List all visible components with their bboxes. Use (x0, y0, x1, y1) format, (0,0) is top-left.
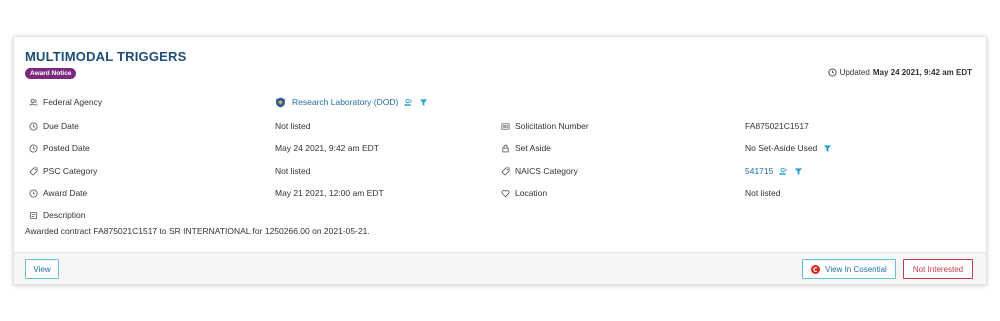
filter-icon[interactable] (794, 167, 803, 176)
posted-date-value-row: May 24 2021, 9:42 am EDT (275, 141, 379, 155)
posted-date-label: Posted Date (43, 143, 90, 153)
filter-icon[interactable] (419, 98, 428, 107)
clock-icon (29, 143, 38, 153)
due-date-value: Not listed (275, 121, 311, 131)
contacts-icon[interactable] (779, 167, 788, 176)
view-in-cosential-button[interactable]: View In Cosential (802, 259, 896, 279)
solicitation-number-value: FA875021C1517 (745, 121, 809, 131)
card-title: MULTIMODAL TRIGGERS (25, 49, 187, 64)
clock-icon (29, 188, 38, 198)
users-icon (29, 98, 38, 107)
award-notice-badge: Award Notice (25, 68, 77, 79)
psc-category-value: Not listed (275, 166, 311, 176)
heart-icon (501, 189, 510, 198)
contacts-icon[interactable] (404, 98, 413, 107)
location-value-row: Not listed (745, 186, 780, 200)
location-value: Not listed (745, 188, 781, 198)
award-date-value: May 21 2021, 12:00 am EDT (275, 188, 384, 198)
cosential-logo-icon (811, 264, 821, 274)
award-date-label-row: Award Date (29, 186, 87, 200)
view-in-cosential-label: View In Cosential (825, 264, 887, 274)
description-text: Awarded contract FA875021C1517 to SR INT… (25, 226, 370, 236)
location-label-row: Location (501, 186, 547, 200)
set-aside-label: Set Aside (515, 143, 551, 153)
set-aside-value: No Set-Aside Used (745, 143, 818, 153)
tag-icon (501, 166, 510, 176)
solicitation-number-label-row: Solicitation Number (501, 119, 589, 133)
clock-icon (828, 68, 837, 77)
updated-timestamp: Updated May 24 2021, 9:42 am EDT (828, 68, 972, 77)
federal-agency-label-row: Federal Agency (29, 95, 102, 109)
award-date-value-row: May 21 2021, 12:00 am EDT (275, 186, 384, 200)
federal-agency-value-row: Research Laboratory (DOD) (275, 95, 428, 109)
document-icon (29, 211, 38, 220)
updated-prefix: Updated (839, 68, 870, 77)
view-button[interactable]: View (25, 259, 59, 279)
description-label: Description (43, 210, 86, 220)
due-date-value-row: Not listed (275, 119, 310, 133)
barcode-icon (501, 122, 510, 131)
lock-icon (501, 144, 510, 153)
tag-icon (29, 166, 38, 176)
federal-agency-link[interactable]: Research Laboratory (DOD) (292, 97, 398, 107)
location-label: Location (515, 188, 548, 198)
posted-date-value: May 24 2021, 9:42 am EDT (275, 143, 379, 153)
clock-icon (29, 121, 38, 131)
award-date-label: Award Date (43, 188, 88, 198)
naics-category-label: NAICS Category (515, 166, 578, 176)
posted-date-label-row: Posted Date (29, 141, 90, 155)
solicitation-number-label: Solicitation Number (515, 121, 589, 131)
card-footer: View View In Cosential Not Interested (14, 252, 986, 284)
set-aside-label-row: Set Aside (501, 141, 551, 155)
federal-agency-label: Federal Agency (43, 97, 103, 107)
due-date-label-row: Due Date (29, 119, 79, 133)
naics-category-value-row: 541715 (745, 164, 803, 178)
not-interested-label: Not Interested (912, 264, 964, 274)
psc-category-value-row: Not listed (275, 164, 310, 178)
opportunity-card: MULTIMODAL TRIGGERS Award Notice Updated… (13, 36, 987, 285)
psc-category-label-row: PSC Category (29, 164, 97, 178)
updated-value: May 24 2021, 9:42 am EDT (872, 68, 972, 77)
naics-category-label-row: NAICS Category (501, 164, 578, 178)
view-button-label: View (33, 264, 51, 274)
solicitation-number-value-row: FA875021C1517 (745, 119, 809, 133)
psc-category-label: PSC Category (43, 166, 98, 176)
naics-category-link[interactable]: 541715 (745, 166, 773, 176)
agency-seal-icon (275, 97, 286, 108)
not-interested-button[interactable]: Not Interested (903, 259, 973, 279)
filter-icon[interactable] (823, 144, 832, 153)
set-aside-value-row: No Set-Aside Used (745, 141, 832, 155)
due-date-label: Due Date (43, 121, 79, 131)
description-label-row: Description (29, 208, 86, 222)
